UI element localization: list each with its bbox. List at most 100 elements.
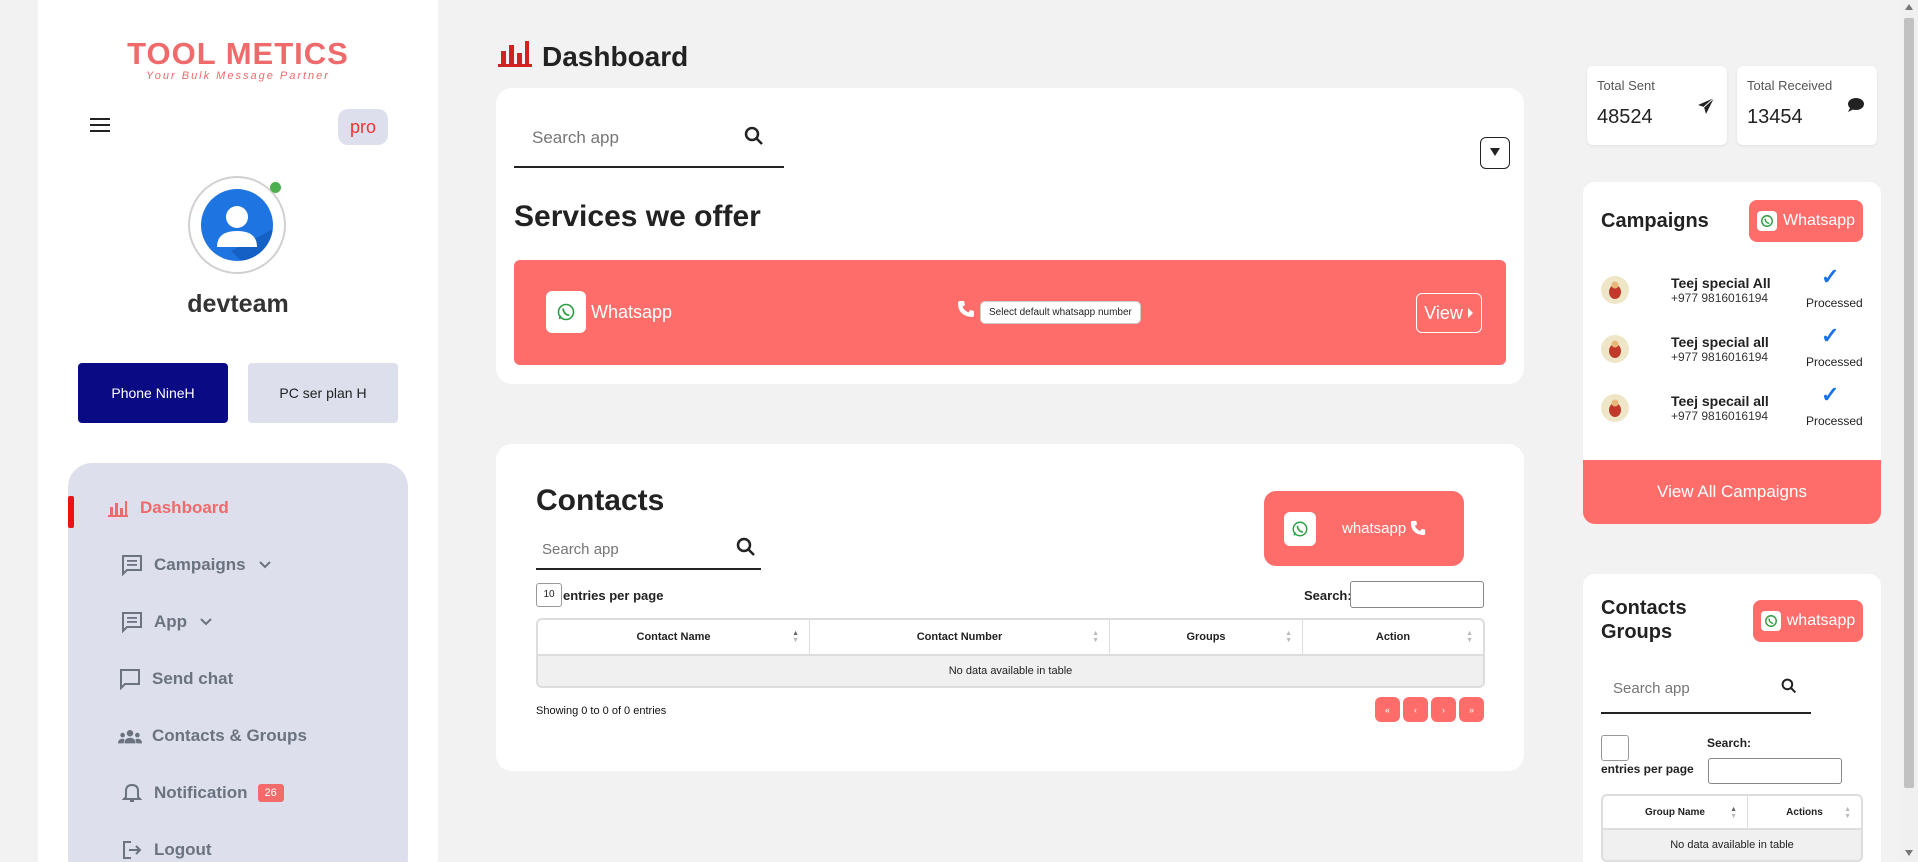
contact-groups-title: Contacts Groups — [1601, 597, 1687, 643]
brand-logo[interactable]: TOOL METICS Your Bulk Message Partner — [38, 36, 438, 82]
pro-badge[interactable]: pro — [338, 109, 388, 145]
services-search — [514, 110, 784, 168]
sidebar-item-logout[interactable]: Logout — [68, 830, 408, 862]
campaign-row[interactable]: Teej special all +977 9816016194 ✓ Proce… — [1583, 323, 1881, 385]
chat-bubble-icon — [1847, 97, 1865, 118]
contacts-table: Contact Name ▲ ▼ Contact Number ▲ ▼ Groups ▲ ▼… — [536, 618, 1485, 688]
campaign-phone: +977 9816016194 — [1671, 350, 1769, 364]
sort-icon: ▲ ▼ — [1285, 630, 1292, 644]
entries-per-page-label: entries per page — [563, 588, 664, 603]
column-header-contact-name[interactable]: Contact Name ▲ ▼ — [538, 620, 810, 654]
phone-icon — [1410, 520, 1426, 541]
campaign-phone: +977 9816016194 — [1671, 291, 1769, 305]
user-silhouette-icon — [201, 189, 273, 261]
whatsapp-button-label: Whatsapp — [1782, 212, 1856, 229]
whatsapp-service-banner[interactable]: Whatsapp Select default whatsapp number … — [514, 260, 1506, 365]
first-page-button[interactable]: « — [1375, 697, 1400, 722]
prev-page-button[interactable]: ‹ — [1403, 697, 1428, 722]
stat-label: Total Sent — [1597, 78, 1655, 93]
sidebar-item-campaigns[interactable]: Campaigns — [68, 545, 408, 585]
campaigns-title: Campaigns — [1601, 210, 1709, 232]
plan-button-phone[interactable]: Phone NineH — [78, 363, 228, 423]
sort-icon: ▲ ▼ — [1092, 630, 1099, 644]
whatsapp-icon — [1756, 211, 1777, 231]
campaign-row[interactable]: Teej specail all +977 9816016194 ✓ Proce… — [1583, 382, 1881, 444]
stat-label: Total Received — [1747, 78, 1833, 93]
last-page-button[interactable]: » — [1459, 697, 1484, 722]
sidebar-item-contacts-groups[interactable]: Contacts & Groups — [68, 716, 408, 756]
groups-table-search-label: Search: — [1707, 736, 1752, 750]
bar-chart-icon — [106, 496, 130, 520]
contacts-card: Contacts whatsapp 10 entries per page Se… — [496, 444, 1524, 771]
checkmark-icon: ✓ — [1821, 323, 1840, 348]
default-number-select[interactable]: Select default whatsapp number — [980, 301, 1141, 324]
sort-icon: ▲ ▼ — [1730, 806, 1737, 820]
campaign-status: Processed — [1806, 296, 1863, 310]
search-icon[interactable] — [744, 126, 764, 151]
table-search-input[interactable] — [1350, 581, 1484, 608]
search-icon[interactable] — [736, 537, 756, 562]
column-header-group-name[interactable]: Group Name ▲ ▼ — [1603, 796, 1748, 828]
campaigns-whatsapp-button[interactable]: Whatsapp — [1749, 200, 1863, 242]
message-icon — [120, 610, 144, 634]
scrollbar-thumb[interactable] — [1904, 18, 1914, 788]
whatsapp-icon — [546, 291, 586, 333]
services-heading: Services we offer — [514, 200, 761, 233]
view-all-campaigns-button[interactable]: View All Campaigns — [1583, 460, 1881, 524]
groups-whatsapp-button[interactable]: whatsapp — [1753, 600, 1863, 642]
sidebar-menu: Dashboard Campaigns App Send chat Contac… — [68, 463, 408, 862]
contacts-heading: Contacts — [536, 484, 665, 517]
campaign-row[interactable]: Teej special All +977 9816016194 ✓ Proce… — [1583, 264, 1881, 326]
caret-right-icon — [1467, 303, 1474, 324]
scroll-up-arrow-icon[interactable] — [1905, 4, 1913, 10]
services-search-input[interactable] — [514, 118, 744, 158]
sidebar-item-dashboard[interactable]: Dashboard — [68, 488, 408, 528]
contacts-whatsapp-button[interactable]: whatsapp — [1264, 491, 1464, 566]
page-scrollbar[interactable] — [1900, 0, 1918, 862]
bar-chart-icon — [498, 38, 532, 75]
next-page-button[interactable]: › — [1431, 697, 1456, 722]
whatsapp-icon — [1284, 512, 1316, 546]
brand-tagline: Your Bulk Message Partner — [146, 70, 330, 82]
chat-icon — [118, 667, 142, 691]
column-header-groups[interactable]: Groups ▲ ▼ — [1110, 620, 1303, 654]
column-header-action[interactable]: Action ▲ ▼ — [1303, 620, 1483, 654]
contact-groups-card: Contacts Groups whatsapp entries per pag… — [1583, 574, 1881, 862]
column-header-contact-number[interactable]: Contact Number ▲ ▼ — [810, 620, 1110, 654]
search-icon[interactable] — [1781, 678, 1797, 699]
sidebar-item-send-chat[interactable]: Send chat — [68, 659, 408, 699]
campaign-status: Processed — [1806, 414, 1863, 428]
table-search-label: Search: — [1304, 588, 1352, 603]
filter-dropdown-button[interactable] — [1480, 137, 1510, 169]
sidebar-item-label: Contacts & Groups — [152, 726, 307, 745]
column-header-actions[interactable]: Actions ▲ ▼ — [1748, 796, 1861, 828]
groups-table: Group Name ▲ ▼ Actions ▲ ▼ No data available… — [1601, 794, 1863, 862]
campaigns-card: Campaigns Whatsapp Teej special All +977… — [1583, 182, 1881, 524]
table-info: Showing 0 to 0 of 0 entries — [536, 705, 667, 717]
groups-entries-select[interactable] — [1601, 735, 1629, 761]
message-icon — [120, 553, 144, 577]
view-button[interactable]: View — [1416, 293, 1482, 333]
sidebar-item-label: Notification — [154, 783, 248, 802]
chevron-down-icon — [258, 555, 272, 575]
sidebar-item-notification[interactable]: Notification 26 — [68, 773, 408, 813]
groups-search-input[interactable] — [1601, 670, 1781, 706]
table-empty-message: No data available in table — [538, 656, 1483, 686]
sidebar-item-app[interactable]: App — [68, 602, 408, 642]
hamburger-menu-icon[interactable] — [90, 118, 110, 134]
view-button-label: View — [1424, 302, 1463, 323]
chevron-down-icon — [199, 612, 213, 632]
groups-table-search-input[interactable] — [1708, 758, 1842, 784]
contacts-search-input[interactable] — [536, 531, 736, 567]
entries-per-page-select[interactable]: 10 — [536, 583, 562, 607]
campaign-thumbnail — [1601, 335, 1629, 363]
scroll-down-arrow-icon[interactable] — [1905, 850, 1913, 856]
caret-down-icon — [1489, 144, 1501, 162]
whatsapp-button-label: whatsapp — [1786, 612, 1856, 629]
checkmark-icon: ✓ — [1821, 382, 1840, 407]
people-icon — [118, 724, 142, 748]
page-title-text: Dashboard — [542, 40, 689, 72]
pagination: « ‹ › » — [1372, 697, 1484, 722]
checkmark-icon: ✓ — [1821, 264, 1840, 289]
plan-button-pc[interactable]: PC ser plan H — [248, 363, 398, 423]
